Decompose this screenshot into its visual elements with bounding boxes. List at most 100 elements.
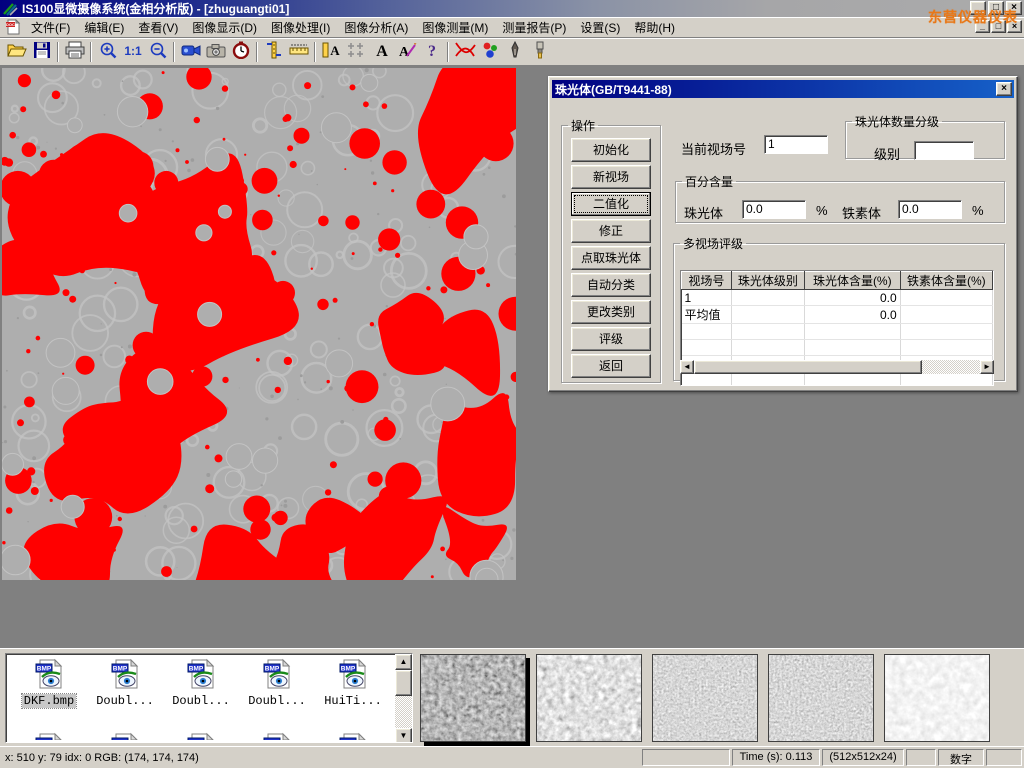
toolbar-ruler-button[interactable] xyxy=(286,40,311,64)
bmp-file-icon: BMP xyxy=(33,658,65,690)
scroll-left-arrow-icon[interactable]: ◄ xyxy=(680,360,694,374)
document-icon[interactable]: DOC xyxy=(5,19,21,35)
toolbar-open-button[interactable] xyxy=(4,40,29,64)
ferrite-percent-input[interactable]: 0.0 xyxy=(898,200,962,219)
dialog-close-button[interactable]: × xyxy=(996,82,1012,96)
file-item-partial[interactable]: BMP xyxy=(316,732,390,740)
micrograph-thumbnail-0[interactable] xyxy=(420,654,526,742)
menu-item-0[interactable]: 文件(F) xyxy=(24,17,77,38)
menu-item-7[interactable]: 测量报告(P) xyxy=(495,17,573,38)
toolbar-timer-button[interactable] xyxy=(228,40,253,64)
scroll-down-arrow-icon[interactable]: ▼ xyxy=(395,728,412,743)
toolbar-classify-dots-button[interactable] xyxy=(477,40,502,64)
toolbar-pen-tool-button[interactable] xyxy=(502,40,527,64)
window-title: IS100显微摄像系统(金相分析版) - [zhuguangti01] xyxy=(22,0,289,17)
ops-button-0[interactable]: 初始化 xyxy=(571,138,651,162)
help-icon: ? xyxy=(425,41,439,62)
menu-item-3[interactable]: 图像显示(D) xyxy=(185,17,264,38)
table-row[interactable]: 10.0 xyxy=(682,290,993,306)
toolbar-separator xyxy=(314,42,316,62)
toolbar-separator xyxy=(447,42,449,62)
zoom-in-icon xyxy=(99,41,117,62)
table-header-3[interactable]: 铁素体含量(%) xyxy=(900,272,992,290)
toolbar-text-label-button[interactable]: A xyxy=(369,40,394,64)
ops-button-3[interactable]: 修正 xyxy=(571,219,651,243)
grade-input[interactable] xyxy=(914,141,974,160)
toolbar-curve-tool-button[interactable] xyxy=(452,40,477,64)
dialog-title: 珠光体(GB/T9441-88) xyxy=(555,81,672,98)
menu-bar: DOC 文件(F)编辑(E)查看(V)图像显示(D)图像处理(I)图像分析(A)… xyxy=(0,17,1024,38)
dialog-title-bar[interactable]: 珠光体(GB/T9441-88) × xyxy=(552,80,1014,98)
toolbar-measure-grid-button[interactable] xyxy=(344,40,369,64)
scroll-right-arrow-icon[interactable]: ► xyxy=(980,360,994,374)
pen-tool-icon xyxy=(508,41,522,62)
micrograph-thumbnail-3[interactable] xyxy=(768,654,874,742)
menu-item-5[interactable]: 图像分析(A) xyxy=(337,17,415,38)
svg-text:BMP: BMP xyxy=(265,665,280,672)
scrollbar-thumb[interactable] xyxy=(395,670,412,696)
ferrite-label: 铁素体 xyxy=(842,203,881,222)
title-bar: IS100显微摄像系统(金相分析版) - [zhuguangti01] _ □ … xyxy=(0,0,1024,17)
bmp-file-icon: BMP xyxy=(261,658,293,690)
scroll-up-arrow-icon[interactable]: ▲ xyxy=(395,654,412,670)
file-item-partial[interactable]: BMP xyxy=(240,732,314,740)
svg-text:BMP: BMP xyxy=(341,665,356,672)
toolbar-brush-tool-button[interactable] xyxy=(527,40,552,64)
ops-button-1[interactable]: 新视场 xyxy=(571,165,651,189)
metallograph-image[interactable] xyxy=(2,68,516,580)
menu-item-4[interactable]: 图像处理(I) xyxy=(264,17,337,38)
status-panel-time: Time (s): 0.113 xyxy=(732,749,820,766)
file-item-partial[interactable]: BMP xyxy=(164,732,238,740)
bmp-file-icon: BMP xyxy=(185,658,217,690)
toolbar-save-button[interactable] xyxy=(29,40,54,64)
file-item-partial[interactable]: BMP xyxy=(12,732,86,740)
toolbar-zoom-out-button[interactable] xyxy=(145,40,170,64)
file-item-partial[interactable]: BMP xyxy=(88,732,162,740)
text-edit-icon: A xyxy=(397,41,417,62)
menu-item-1[interactable]: 编辑(E) xyxy=(77,17,131,38)
toolbar-print-button[interactable] xyxy=(62,40,87,64)
curve-tool-icon xyxy=(454,41,476,62)
toolbar-text-edit-button[interactable]: A xyxy=(394,40,419,64)
table-header-2[interactable]: 珠光体含量(%) xyxy=(804,272,900,290)
menu-item-9[interactable]: 帮助(H) xyxy=(627,17,682,38)
toolbar-zoom-in-button[interactable] xyxy=(95,40,120,64)
file-item[interactable]: BMP Doubl... xyxy=(240,658,314,708)
micrograph-thumbnail-2[interactable] xyxy=(652,654,758,742)
table-header-1[interactable]: 珠光体级别 xyxy=(731,272,804,290)
photo-camera-icon xyxy=(206,43,226,61)
ops-button-6[interactable]: 更改类别 xyxy=(571,300,651,324)
file-item[interactable]: BMP Doubl... xyxy=(88,658,162,708)
micrograph-thumbnail-1[interactable] xyxy=(536,654,642,742)
file-item[interactable]: BMP DKF.bmp xyxy=(12,658,86,708)
table-row[interactable]: 平均值0.0 xyxy=(682,306,993,324)
ops-button-4[interactable]: 点取珠光体 xyxy=(571,246,651,270)
ops-button-7[interactable]: 评级 xyxy=(571,327,651,351)
svg-text:BMP: BMP xyxy=(265,739,280,740)
svg-text:DOC: DOC xyxy=(6,22,15,27)
file-list-scrollbar[interactable]: ▲ ▼ xyxy=(395,654,412,743)
file-item[interactable]: BMP HuiTi... xyxy=(316,658,390,708)
zoom-out-icon xyxy=(149,41,167,62)
ops-button-8[interactable]: 返回 xyxy=(571,354,651,378)
toolbar-measure-text-button[interactable]: A xyxy=(319,40,344,64)
table-header-0[interactable]: 视场号 xyxy=(682,272,732,290)
toolbar-help-button[interactable]: ? xyxy=(419,40,444,64)
menu-item-8[interactable]: 设置(S) xyxy=(573,17,627,38)
file-item[interactable]: BMP Doubl... xyxy=(164,658,238,708)
ops-button-2[interactable]: 二值化 xyxy=(571,192,651,216)
current-field-input[interactable]: 1 xyxy=(764,135,828,154)
toolbar-photo-camera-button[interactable] xyxy=(203,40,228,64)
toolbar-video-camera-button[interactable] xyxy=(178,40,203,64)
scrollbar-thumb[interactable] xyxy=(694,360,922,374)
menu-item-6[interactable]: 图像测量(M) xyxy=(415,17,495,38)
menu-item-2[interactable]: 查看(V) xyxy=(131,17,185,38)
toolbar-caliper-button[interactable] xyxy=(261,40,286,64)
image-browser-panel: BMP DKF.bmp BMP BMP Doubl... BMP BMP Dou… xyxy=(0,648,1024,746)
pearlite-percent-input[interactable]: 0.0 xyxy=(742,200,806,219)
table-horizontal-scrollbar[interactable]: ◄ ► xyxy=(680,360,994,374)
ops-button-5[interactable]: 自动分类 xyxy=(571,273,651,297)
toolbar-actual-size-button[interactable]: 1:1 xyxy=(120,40,145,64)
micrograph-thumbnail-4[interactable] xyxy=(884,654,990,742)
grade-field-label: 级别 xyxy=(874,144,900,163)
